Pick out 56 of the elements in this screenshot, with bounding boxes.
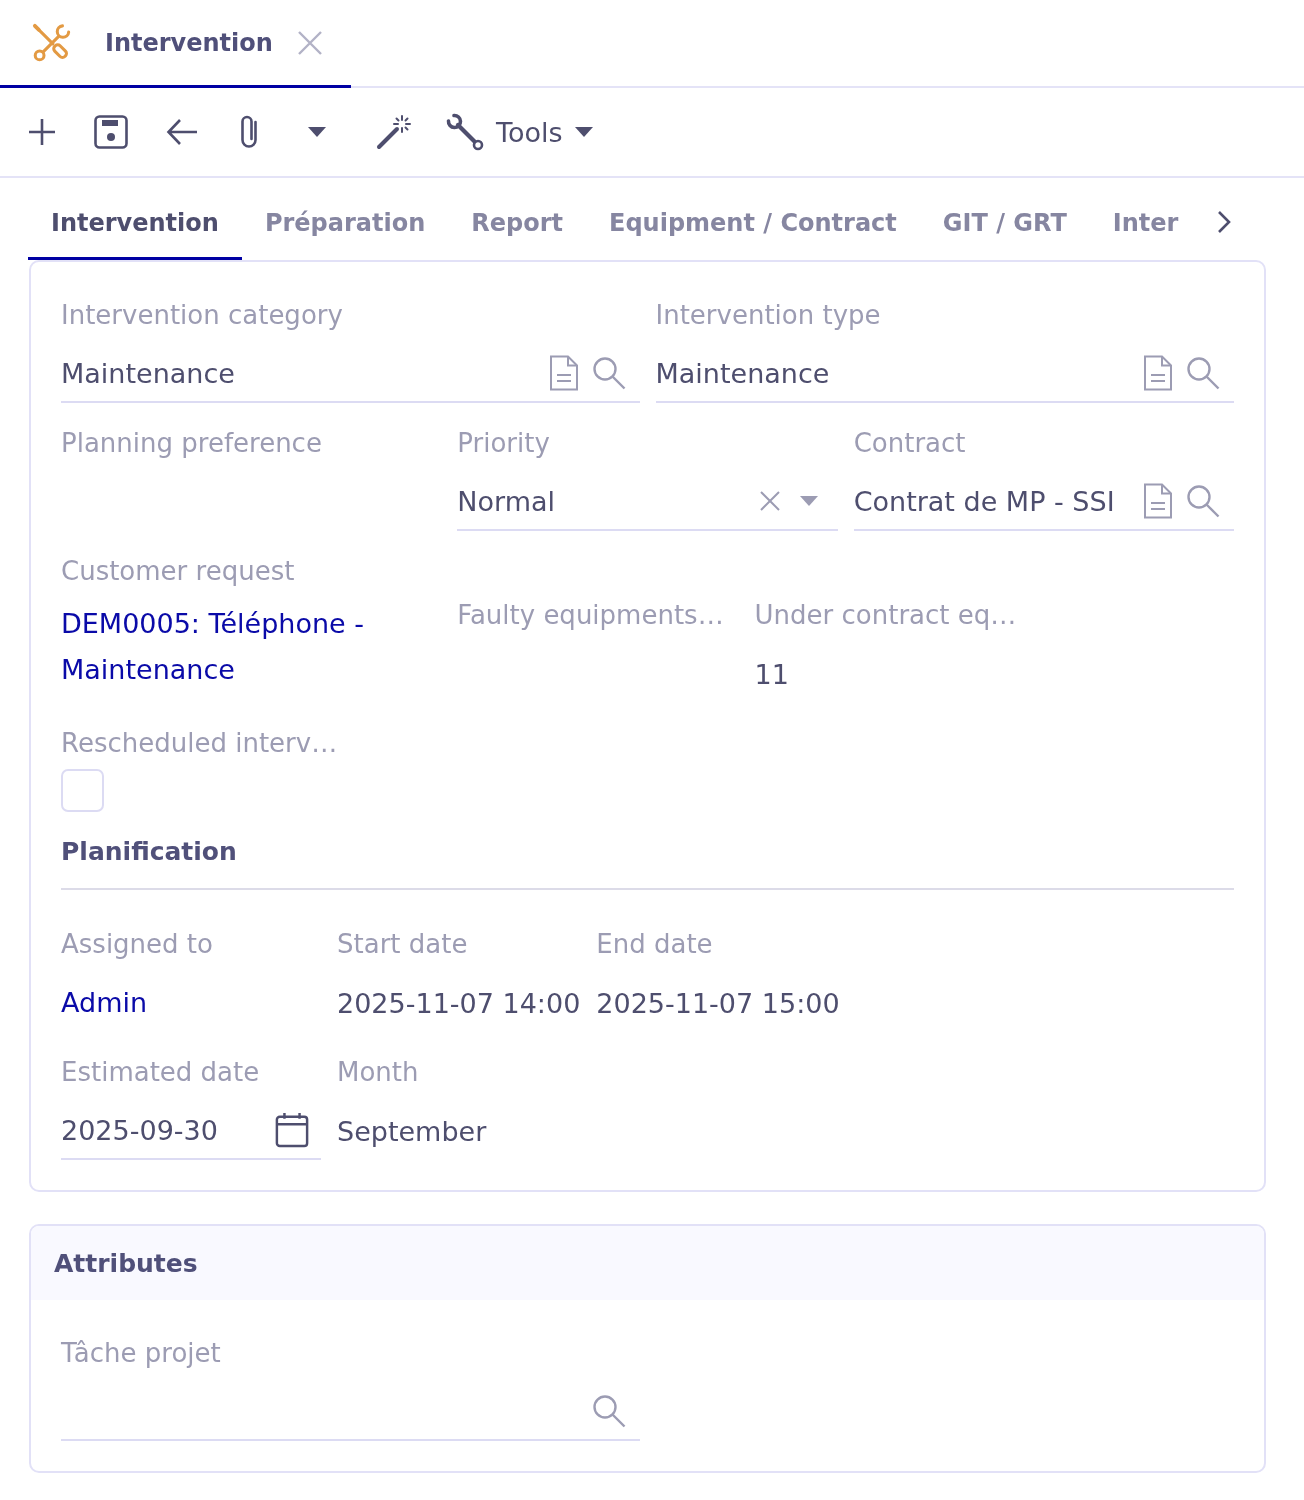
document-icon[interactable] bbox=[1143, 355, 1173, 391]
document-icon[interactable] bbox=[548, 355, 579, 391]
search-icon[interactable] bbox=[591, 1394, 626, 1428]
section-title: Planification bbox=[61, 837, 237, 866]
search-icon[interactable] bbox=[1186, 484, 1220, 518]
window-tab[interactable]: Intervention bbox=[0, 0, 351, 88]
search-icon[interactable] bbox=[1186, 356, 1220, 390]
search-icon[interactable] bbox=[591, 356, 626, 390]
caret-down-icon bbox=[308, 127, 326, 137]
field-label: Contract bbox=[853, 427, 966, 460]
field-label: Tâche projet bbox=[61, 1337, 221, 1370]
checkbox[interactable] bbox=[61, 769, 104, 812]
reference-link[interactable]: Admin bbox=[61, 980, 148, 1026]
field-label: Month bbox=[337, 1056, 419, 1089]
tab[interactable]: Equipment / Contract bbox=[586, 188, 920, 260]
tab[interactable]: Report bbox=[448, 188, 586, 260]
document-icon[interactable] bbox=[1143, 483, 1173, 519]
tools-menu-button[interactable]: Tools bbox=[440, 107, 599, 157]
wrench-icon bbox=[446, 113, 484, 151]
field-label: Estimated date bbox=[61, 1056, 260, 1089]
tab[interactable]: Inter bbox=[1089, 188, 1202, 260]
arrow-left-icon bbox=[166, 118, 198, 146]
field-label: Rescheduled interv… bbox=[61, 727, 338, 760]
select-field[interactable]: Normal bbox=[457, 473, 838, 531]
field-value: 2025-11-07 15:00 bbox=[596, 987, 840, 1019]
field-label: Start date bbox=[337, 928, 468, 961]
caret-down-icon[interactable] bbox=[799, 496, 818, 506]
tab[interactable]: Intervention bbox=[28, 188, 242, 260]
date-field[interactable]: 2025-09-30 bbox=[61, 1102, 321, 1160]
reference-link[interactable]: DEM0005: Téléphone - Maintenance bbox=[61, 601, 442, 693]
lookup-field[interactable]: Contrat de MP - SSI bbox=[853, 473, 1234, 531]
field-value: 11 bbox=[754, 658, 789, 690]
lookup-field[interactable]: Maintenance bbox=[655, 345, 1234, 403]
calendar-icon[interactable] bbox=[275, 1112, 309, 1148]
field-label: Assigned to bbox=[61, 928, 213, 961]
field-label: Customer request bbox=[61, 555, 295, 588]
field-value: 2025-11-07 14:00 bbox=[337, 987, 581, 1019]
tab[interactable]: GIT / GRT bbox=[919, 188, 1090, 260]
tab[interactable]: Préparation bbox=[241, 188, 449, 260]
field-label: End date bbox=[596, 928, 713, 961]
wrench-screwdriver-icon bbox=[32, 22, 72, 63]
field-value: September bbox=[337, 1115, 487, 1147]
plus-icon bbox=[28, 118, 56, 146]
clear-icon[interactable] bbox=[759, 491, 780, 511]
lookup-field[interactable]: Maintenance bbox=[61, 345, 640, 403]
field-label: Faulty equipments… bbox=[457, 599, 724, 632]
chevron-right-icon[interactable] bbox=[1217, 210, 1232, 234]
field-label: Intervention type bbox=[655, 299, 881, 332]
magic-wand-icon bbox=[376, 114, 412, 150]
field-label: Intervention category bbox=[61, 299, 343, 332]
caret-down-icon bbox=[574, 127, 593, 137]
field-label: Planning preference bbox=[61, 427, 322, 460]
close-icon[interactable] bbox=[296, 29, 323, 56]
section-header: Attributes bbox=[31, 1226, 1264, 1300]
field-label: Priority bbox=[457, 427, 550, 460]
field-label: Under contract eq… bbox=[754, 599, 1017, 632]
